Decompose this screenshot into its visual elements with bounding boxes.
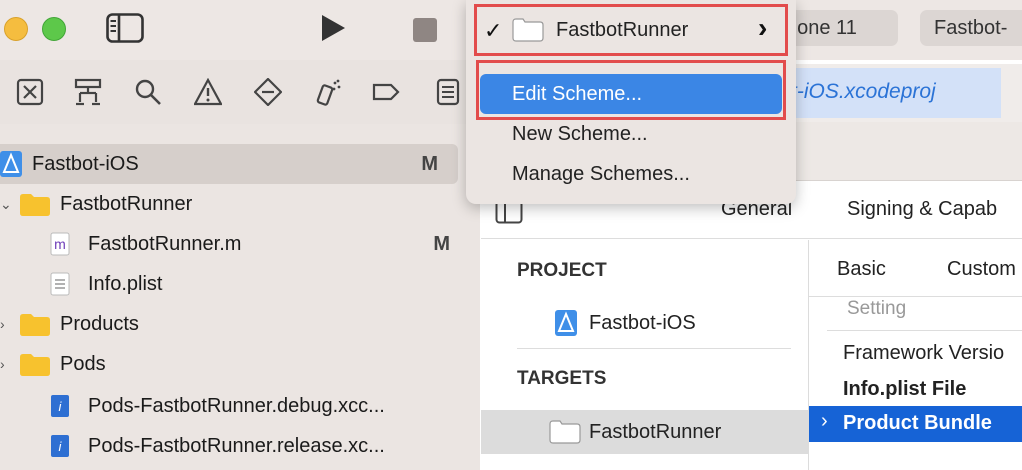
- sidebar-item-fastbotrunner-folder[interactable]: ⌄ FastbotRunner: [0, 184, 470, 224]
- tab-signing-capabilities[interactable]: Signing & Capab: [847, 198, 997, 221]
- sidebar-item-label: Info.plist: [88, 273, 163, 295]
- stop-icon[interactable]: [413, 18, 437, 42]
- project-navigator: Fastbot-iOS M ⌄ FastbotRunner m FastbotR…: [0, 124, 480, 470]
- xcode-project-icon: [555, 310, 577, 336]
- setting-row-label: Product Bundle: [843, 412, 992, 434]
- project-targets-list: PROJECT Fastbot-iOS TARGETS FastbotRunne…: [481, 240, 809, 470]
- folder-icon: [20, 194, 50, 216]
- jump-bar-selected-item[interactable]: t-iOS.xcodeproj: [791, 68, 1001, 118]
- modified-badge: M: [433, 233, 450, 255]
- project-item-fastbot-ios[interactable]: Fastbot-iOS: [589, 312, 696, 335]
- sidebar-item-label: FastbotRunner: [60, 193, 193, 215]
- filter-basic[interactable]: Basic: [837, 258, 886, 281]
- filter-custom[interactable]: Custom: [947, 258, 1016, 281]
- sidebar-item-label: Products: [60, 313, 139, 335]
- annotation-box-scheme: [474, 4, 788, 56]
- disclosure-collapsed-icon[interactable]: ›: [0, 304, 5, 344]
- sidebar-item-pods-release-xcconfig[interactable]: i Pods-FastbotRunner.release.xc...: [0, 426, 470, 466]
- disclosure-expanded-icon[interactable]: ⌄: [0, 184, 12, 224]
- find-icon[interactable]: [134, 78, 162, 106]
- targets-section-header: TARGETS: [517, 368, 607, 389]
- sidebar-item-pods-debug-xcconfig[interactable]: i Pods-FastbotRunner.debug.xcc...: [0, 386, 470, 426]
- folder-icon: [20, 354, 50, 376]
- objc-file-icon: m: [50, 232, 70, 256]
- divider: [809, 296, 1022, 297]
- breakpoint-icon[interactable]: [372, 78, 400, 106]
- sidebar-item-info-plist[interactable]: Info.plist: [0, 264, 470, 304]
- sidebar-toggle-icon[interactable]: [106, 13, 144, 43]
- test-icon[interactable]: [254, 78, 282, 106]
- minimize-window-button[interactable]: [4, 17, 28, 41]
- run-icon[interactable]: [320, 14, 346, 42]
- source-control-icon[interactable]: [74, 78, 102, 106]
- run-destination-label: hone 11: [786, 17, 857, 39]
- sidebar-item-label: FastbotRunner.m: [88, 233, 242, 255]
- setting-row-info-plist-file[interactable]: Info.plist File: [843, 378, 966, 401]
- setting-row-framework-version[interactable]: Framework Versio: [843, 342, 1004, 365]
- svg-text:m: m: [54, 236, 66, 252]
- project-section-header: PROJECT: [517, 260, 607, 281]
- zoom-window-button[interactable]: [42, 17, 66, 41]
- folder-icon: [20, 314, 50, 336]
- menu-item-new-scheme[interactable]: New Scheme...: [512, 123, 648, 146]
- target-item-label: FastbotRunner: [589, 421, 722, 443]
- report-icon[interactable]: [434, 78, 462, 106]
- setting-row-product-bundle[interactable]: › Product Bundle: [809, 406, 1022, 442]
- build-settings-pane: Basic Custom Setting Framework Versio In…: [809, 240, 1022, 470]
- activity-view: Fastbot-: [920, 10, 1022, 46]
- disclosure-collapsed-icon[interactable]: ›: [0, 344, 5, 384]
- target-app-icon: [549, 420, 581, 444]
- target-row-fastbotrunner[interactable]: FastbotRunner: [481, 410, 808, 454]
- sidebar-item-label: Pods-FastbotRunner.debug.xcc...: [88, 395, 385, 417]
- activity-view-label: Fastbot-: [934, 17, 1008, 39]
- sidebar-item-label: Pods: [60, 353, 106, 375]
- issue-icon[interactable]: [194, 78, 222, 106]
- xcode-project-icon: [0, 151, 22, 177]
- sidebar-item-products[interactable]: › Products: [0, 304, 470, 344]
- modified-badge: M: [421, 153, 438, 175]
- annotation-box-edit-scheme: [476, 60, 786, 120]
- debug-icon[interactable]: [314, 78, 342, 106]
- plist-file-icon: [50, 272, 70, 296]
- menu-item-manage-schemes[interactable]: Manage Schemes...: [512, 163, 690, 186]
- setting-column-header: Setting: [847, 298, 907, 319]
- divider: [827, 330, 1022, 331]
- sidebar-item-label: Fastbot-iOS: [32, 153, 139, 175]
- xcconfig-file-icon: i: [51, 395, 69, 417]
- xcconfig-file-icon: i: [51, 435, 69, 457]
- sidebar-item-label: Pods-FastbotRunner.release.xc...: [88, 435, 385, 457]
- disclosure-collapsed-icon[interactable]: ›: [821, 410, 828, 433]
- divider: [517, 348, 791, 349]
- sidebar-item-fastbotrunner-m[interactable]: m FastbotRunner.m M: [0, 224, 470, 264]
- jump-bar-label: t-iOS.xcodeproj: [791, 80, 936, 103]
- sidebar-item-pods[interactable]: › Pods: [0, 344, 470, 384]
- navigator-selector-bar: [0, 60, 480, 125]
- project-navigator-icon[interactable]: [16, 78, 44, 106]
- sidebar-item-fastbot-ios[interactable]: Fastbot-iOS M: [0, 144, 458, 184]
